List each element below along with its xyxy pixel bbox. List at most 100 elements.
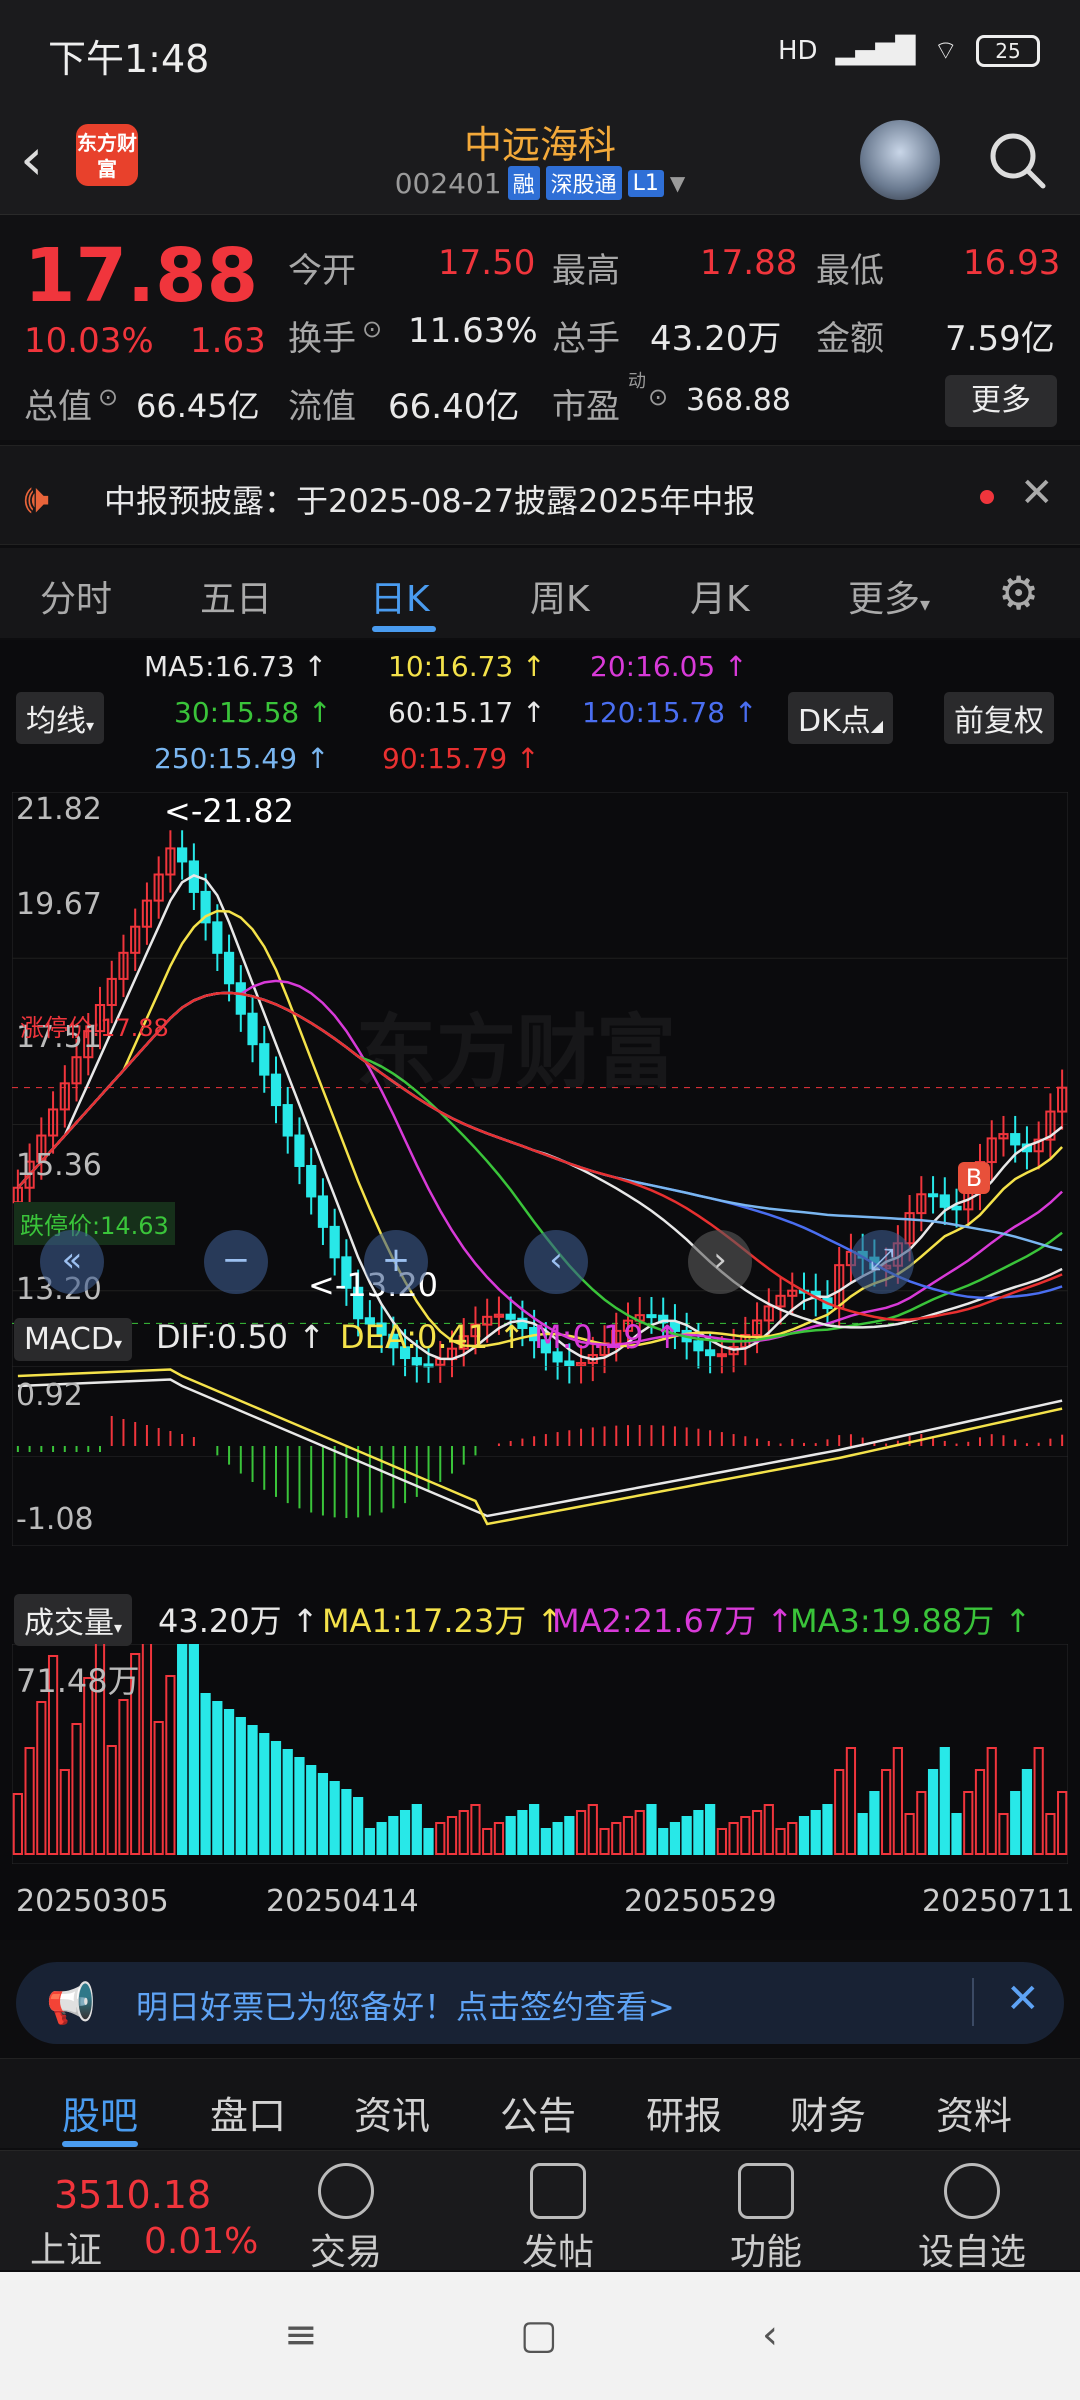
dif-label: DIF:0.50 ↑ (156, 1318, 326, 1356)
volume-bar (822, 1804, 833, 1855)
close-icon[interactable]: ✕ (1006, 1976, 1040, 2022)
functions-button[interactable]: 功能 (730, 2163, 802, 2275)
info-icon[interactable]: ⊙ (648, 383, 668, 411)
macd-dropdown[interactable]: MACD▾ (14, 1318, 132, 1361)
tab-more[interactable]: 更多▾ (848, 570, 930, 622)
m-value: M:0.19 (534, 1318, 644, 1356)
buy-marker[interactable]: B (958, 1162, 990, 1194)
tab-research[interactable]: 研报 (646, 2085, 722, 2140)
volume-bar (341, 1789, 352, 1855)
notice-text[interactable]: 中报预披露：于2025-08-27披露2025年中报 (104, 476, 755, 522)
volume-bar (505, 1816, 516, 1855)
candle-body (282, 1104, 293, 1137)
promo-text[interactable]: 明日好票已为您备好！点击签约查看> (136, 1982, 675, 2028)
more-button[interactable]: 更多 (945, 375, 1057, 427)
volume-bar (223, 1709, 235, 1855)
tab-weekly-k[interactable]: 周K (530, 570, 590, 622)
back-button[interactable]: ‹ (20, 124, 80, 194)
ma-type-dropdown[interactable]: 均线▾ (16, 692, 105, 744)
volume-chart[interactable] (12, 1644, 1068, 1864)
index-value[interactable]: 3510.18 (54, 2173, 211, 2217)
notice-bar[interactable]: 🕪 中报预披露：于2025-08-27披露2025年中报 ✕ (0, 445, 1080, 545)
ma20-value: 20:16.05 (590, 650, 716, 683)
amount-label: 金额 (816, 319, 884, 359)
ma10-label: 10:16.73 ↑ (388, 650, 546, 683)
volume-bar (857, 1813, 868, 1855)
post-button[interactable]: 发帖 (522, 2163, 594, 2275)
tab-news[interactable]: 资讯 (354, 2085, 430, 2140)
volume-bar (763, 1804, 774, 1855)
zoom-out-icon[interactable]: − (204, 1230, 268, 1294)
volume-dropdown[interactable]: 成交量▾ (14, 1594, 133, 1646)
zoom-in-icon[interactable]: + (364, 1230, 428, 1294)
ma30-value: 30:15.58 (174, 696, 300, 729)
mcap-value: 66.45亿 (136, 387, 260, 425)
high-value: 17.88 (700, 243, 798, 283)
tab-orderbook[interactable]: 盘口 (210, 2085, 286, 2140)
home-icon[interactable]: ▢ (520, 2312, 558, 2358)
tab-five-day[interactable]: 五日 (200, 570, 272, 622)
info-icon[interactable]: ⊙ (362, 315, 382, 343)
chevron-right-icon[interactable]: › (688, 1230, 752, 1294)
chevron-left-icon[interactable]: ‹ (524, 1230, 588, 1294)
macd-chart[interactable] (12, 1366, 1068, 1546)
search-icon[interactable] (985, 128, 1049, 192)
info-icon[interactable]: ⊙ (98, 383, 118, 411)
open-label: 今开 (288, 251, 356, 291)
vol-ma1-label: MA1:17.23万 ↑ (322, 1602, 564, 1640)
volume-bar (564, 1816, 575, 1855)
back-icon[interactable]: ‹ (762, 2312, 778, 2358)
volume-bar (1033, 1747, 1044, 1855)
candle-body (294, 1134, 305, 1167)
macd-y-bottom: -1.08 (16, 1502, 94, 1537)
volume-bar (106, 1745, 117, 1855)
chart-area[interactable]: MA5:16.73 ↑ 10:16.73 ↑ 20:16.05 ↑ 均线▾ 30… (0, 640, 1080, 1940)
dk-point-button[interactable]: DK点◢ (788, 692, 894, 744)
change-value: 1.63 (190, 321, 266, 361)
volume-bar (71, 1723, 82, 1855)
close-icon[interactable]: ✕ (1020, 470, 1054, 516)
fullscreen-icon[interactable]: ⤢ (850, 1230, 914, 1294)
y-tick-2: 19.67 (16, 887, 102, 922)
tab-monthly-k[interactable]: 月K (690, 570, 750, 622)
volume-bar (529, 1804, 540, 1855)
volume-bar (36, 1701, 47, 1855)
volume-bar (728, 1822, 739, 1855)
tab-profile[interactable]: 资料 (936, 2085, 1012, 2140)
tab-forum[interactable]: 股吧 (62, 2085, 138, 2140)
volume-bar (1057, 1791, 1068, 1855)
volume-bar (998, 1813, 1009, 1855)
promo-banner[interactable]: 📢 明日好票已为您备好！点击签约查看> ✕ (16, 1962, 1064, 2044)
tab-daily-k[interactable]: 日K (370, 570, 430, 622)
candle-body (716, 1353, 727, 1358)
volume-bar (892, 1747, 903, 1855)
menu-icon[interactable]: ≡ (284, 2312, 318, 2358)
volume-bar (212, 1701, 223, 1855)
volume-bar (399, 1810, 411, 1855)
post-label: 发帖 (522, 2232, 595, 2273)
rewind-icon[interactable]: « (40, 1230, 104, 1294)
adjust-price-button[interactable]: 前复权 (944, 692, 1054, 744)
wifi-icon: ⌔ (933, 36, 958, 66)
float-label: 流值 (288, 387, 356, 427)
volume-bar (798, 1816, 810, 1855)
candlestick-chart[interactable] (12, 792, 1068, 1457)
volume-bar (435, 1822, 446, 1855)
tab-financials[interactable]: 财务 (790, 2085, 866, 2140)
macd-y-top: 0.92 (16, 1378, 83, 1413)
volume-bar (716, 1828, 727, 1855)
quote-panel: 17.88 10.03% 1.63 今开 17.50 最高 17.88 最低 1… (0, 215, 1080, 440)
add-watchlist-button[interactable]: 设自选 (918, 2163, 1026, 2275)
tab-intraday[interactable]: 分时 (40, 570, 112, 622)
trade-button[interactable]: 交易 (310, 2163, 382, 2275)
period-tabs: 分时 五日 日K 周K 月K 更多▾ ⚙ (0, 548, 1080, 638)
gear-icon[interactable]: ⚙ (998, 566, 1039, 620)
tag-level: L1 (627, 169, 664, 197)
ma120-label: 120:15.78 ↑ (582, 696, 758, 729)
candle-body (646, 1314, 657, 1319)
stock-code-row[interactable]: 002401 融 深股通 L1 ▼ (340, 166, 740, 200)
tab-announcements[interactable]: 公告 (500, 2085, 576, 2140)
dk-point-label: DK点 (798, 704, 871, 739)
volume-bar (693, 1810, 704, 1855)
robot-avatar-icon[interactable] (860, 120, 940, 200)
